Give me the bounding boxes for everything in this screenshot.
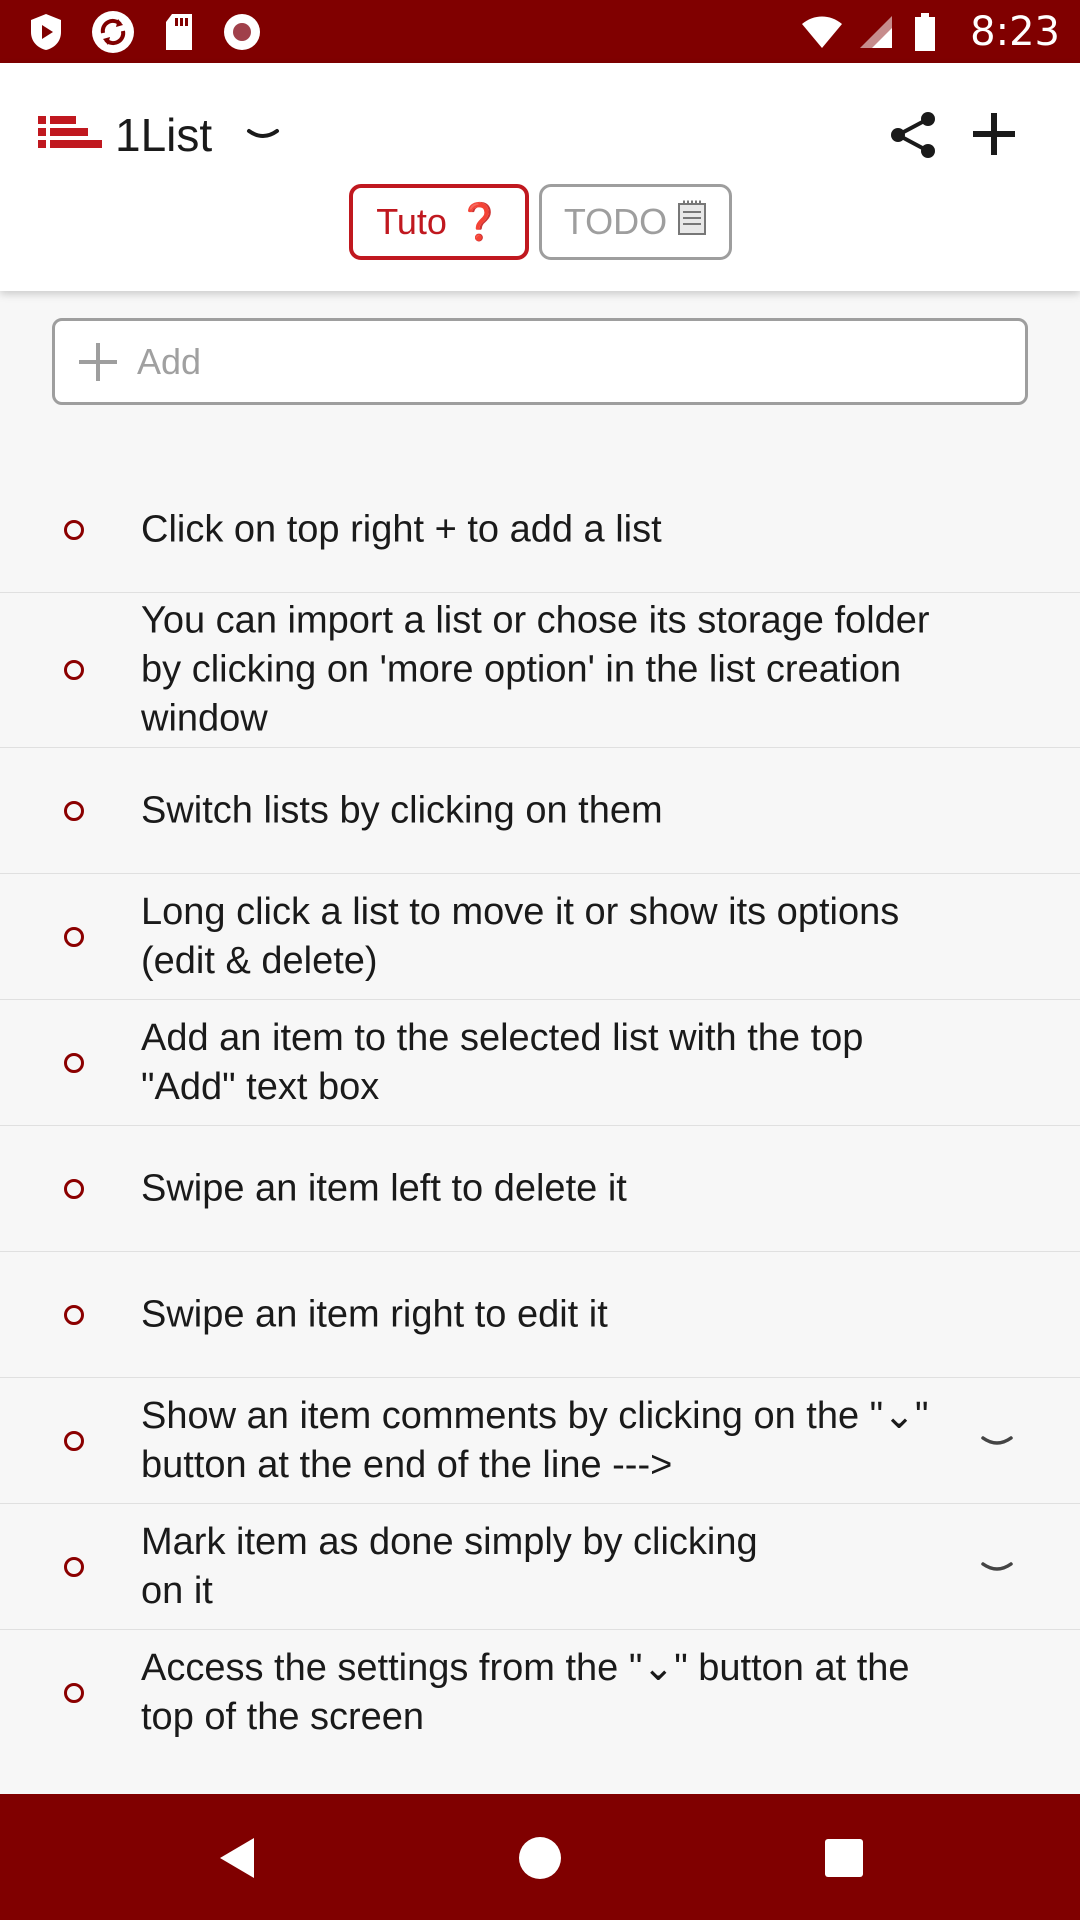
list-item[interactable]: Mark item as done simply by clicking on … [0, 1504, 1080, 1630]
status-bar: 8:23 [0, 0, 1080, 63]
tab-tuto[interactable]: Tuto ❓ [349, 184, 529, 260]
list-item[interactable]: Access the settings from the "⌄" button … [0, 1630, 1080, 1756]
item-text: You can import a list or chose its stora… [141, 599, 930, 740]
bullet-icon [64, 1304, 84, 1325]
item-text: Add an item to the selected list with th… [141, 1016, 864, 1108]
sync-icon [90, 9, 136, 55]
item-text: Switch lists by clicking on them [141, 789, 663, 831]
question-icon: ❓ [456, 201, 502, 242]
bullet-icon [64, 660, 84, 680]
navigation-bar [0, 1794, 1080, 1920]
item-text: Click on top right + to add a list [141, 508, 662, 550]
status-time: 8:23 [970, 8, 1060, 55]
status-left [28, 9, 262, 55]
home-icon[interactable] [518, 1836, 562, 1885]
bullet-icon [64, 1430, 84, 1451]
item-text: Mark item as done simply by clicking on … [141, 1520, 758, 1612]
settings-chevron-icon[interactable] [245, 125, 281, 150]
list-item[interactable]: Swipe an item right to edit it [0, 1252, 1080, 1378]
record-icon [222, 12, 262, 52]
app-header: 1List Tuto ❓ TODO [0, 63, 1080, 291]
item-text: Long click a list to move it or show its… [141, 890, 900, 982]
add-item-input[interactable] [137, 340, 957, 383]
share-icon[interactable] [888, 111, 938, 164]
item-text: Access the settings from the "⌄" button … [141, 1647, 910, 1738]
bullet-icon [64, 926, 84, 947]
list-item[interactable]: Show an item comments by clicking on the… [0, 1378, 1080, 1504]
bullet-icon [64, 1052, 84, 1073]
app-title: 1List [115, 109, 213, 161]
add-item-field[interactable] [52, 318, 1028, 405]
list-menu-icon[interactable] [38, 116, 102, 155]
add-list-icon[interactable] [973, 113, 1015, 160]
list-item[interactable]: Long click a list to move it or show its… [0, 874, 1080, 1000]
item-text: Swipe an item left to delete it [141, 1167, 627, 1209]
comments-chevron-icon[interactable] [980, 1559, 1014, 1582]
tab-tuto-label: Tuto [376, 201, 447, 242]
recents-icon[interactable] [824, 1838, 864, 1883]
tab-todo[interactable]: TODO [539, 184, 732, 260]
list-item[interactable]: Add an item to the selected list with th… [0, 1000, 1080, 1126]
list-item[interactable]: Click on top right + to add a list [0, 467, 1080, 593]
bullet-icon [64, 1683, 84, 1703]
back-icon[interactable] [216, 1836, 256, 1885]
notepad-icon [677, 200, 707, 245]
item-text: Show an item comments by clicking on the… [141, 1394, 929, 1486]
list-item[interactable]: You can import a list or chose its stora… [0, 593, 1080, 748]
list-item[interactable]: Switch lists by clicking on them [0, 748, 1080, 874]
bullet-icon [64, 1556, 84, 1577]
play-protect-icon [28, 12, 64, 52]
wifi-icon [800, 14, 844, 50]
status-right: 8:23 [800, 9, 1060, 55]
battery-icon [914, 12, 936, 52]
list-item[interactable]: Swipe an item left to delete it [0, 1126, 1080, 1252]
sd-card-icon [162, 12, 196, 52]
item-text: Swipe an item right to edit it [141, 1293, 608, 1335]
comments-chevron-icon[interactable] [980, 1433, 1014, 1456]
bullet-icon [64, 1178, 84, 1199]
tab-todo-label: TODO [563, 201, 668, 242]
signal-icon [856, 14, 894, 50]
plus-icon [79, 342, 117, 381]
bullet-icon [64, 519, 84, 540]
bullet-icon [64, 800, 84, 821]
